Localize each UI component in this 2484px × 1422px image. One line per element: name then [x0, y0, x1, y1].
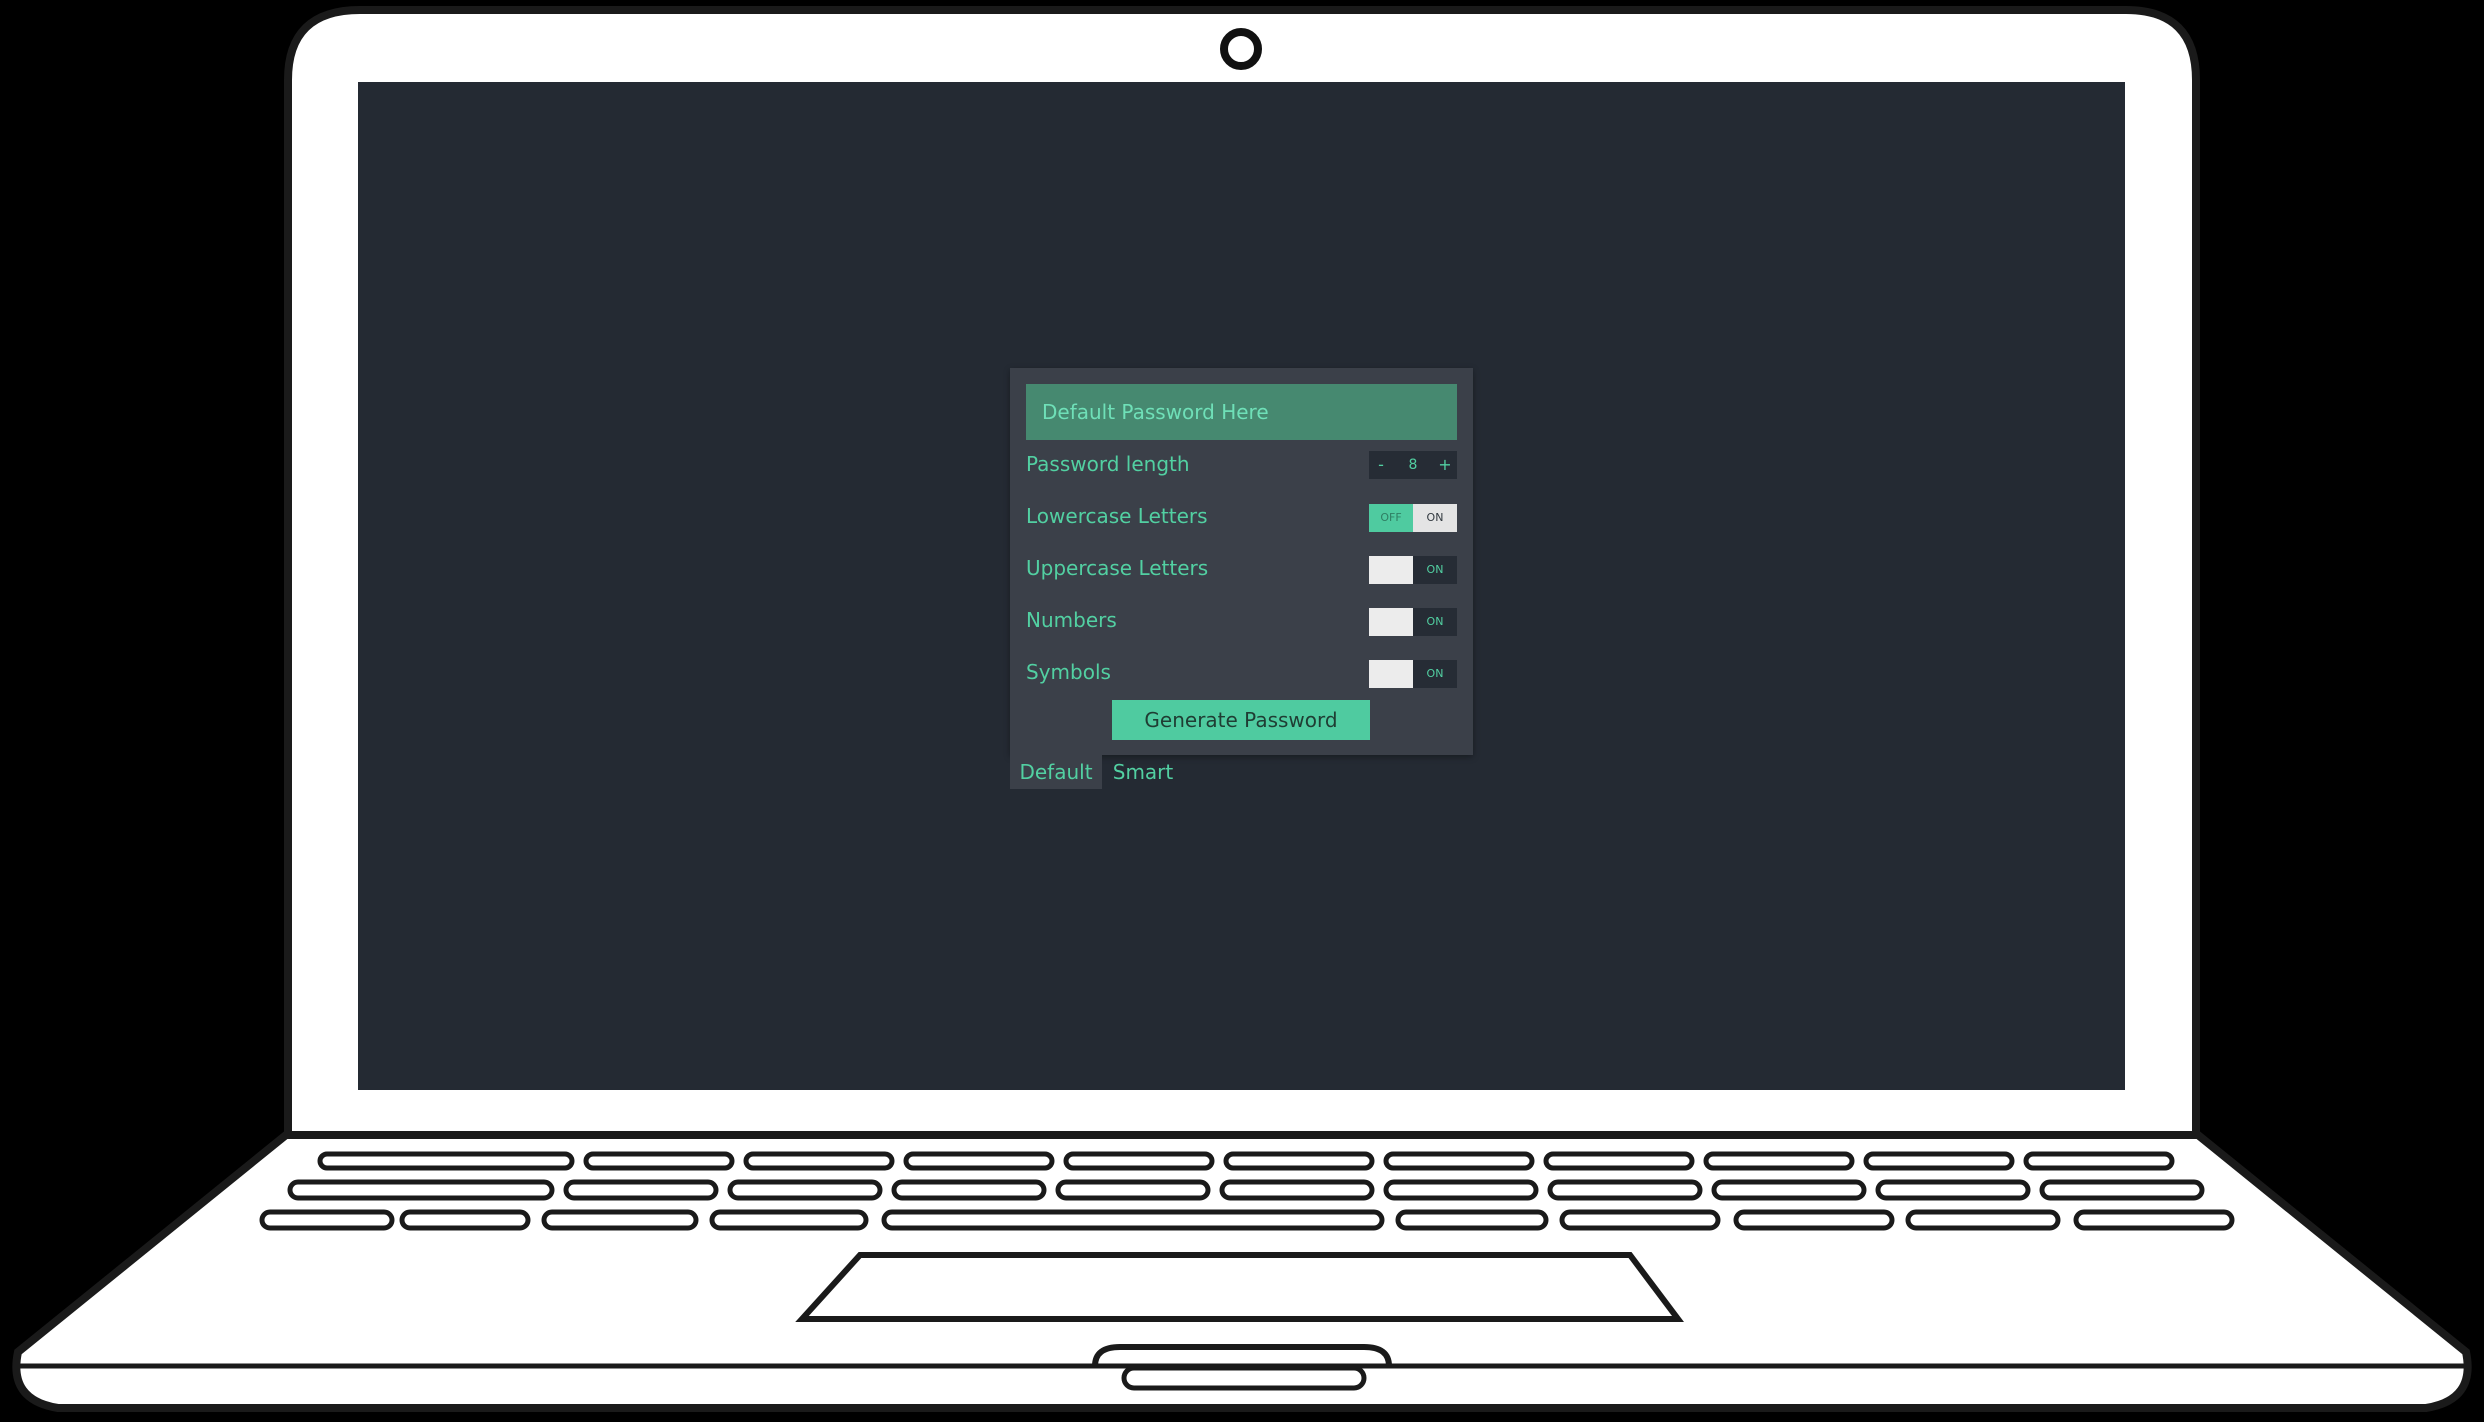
option-row-uppercase: Uppercase Letters ON [1026, 553, 1457, 584]
lowercase-toggle[interactable]: OFF ON [1369, 504, 1457, 532]
symbols-toggle-off[interactable] [1369, 660, 1413, 688]
uppercase-toggle-on[interactable]: ON [1413, 556, 1457, 584]
numbers-toggle[interactable]: ON [1369, 608, 1457, 636]
lowercase-label: Lowercase Letters [1026, 504, 1208, 528]
option-row-lowercase: Lowercase Letters OFF ON [1026, 501, 1457, 532]
numbers-toggle-on[interactable]: ON [1413, 608, 1457, 636]
tab-smart[interactable]: Smart [1102, 755, 1184, 789]
option-row-numbers: Numbers ON [1026, 605, 1457, 636]
lowercase-toggle-on[interactable]: ON [1413, 504, 1457, 532]
trackpad [795, 1252, 1684, 1322]
password-generator-panel: Default Password Here Password length - … [1010, 368, 1473, 755]
uppercase-toggle-off[interactable] [1369, 556, 1413, 584]
uppercase-toggle[interactable]: ON [1369, 556, 1457, 584]
password-display[interactable]: Default Password Here [1026, 384, 1457, 440]
password-length-stepper: - 8 + [1369, 451, 1457, 479]
tab-default[interactable]: Default [1010, 755, 1102, 789]
password-length-value: 8 [1408, 457, 1418, 473]
generate-password-button[interactable]: Generate Password [1112, 700, 1370, 740]
symbols-label: Symbols [1026, 660, 1111, 684]
uppercase-label: Uppercase Letters [1026, 556, 1209, 580]
webcam-icon [1220, 28, 1262, 70]
decrement-button[interactable]: - [1373, 451, 1389, 479]
symbols-toggle-on[interactable]: ON [1413, 660, 1457, 688]
lowercase-toggle-off[interactable]: OFF [1369, 504, 1413, 532]
numbers-label: Numbers [1026, 608, 1117, 632]
symbols-toggle[interactable]: ON [1369, 660, 1457, 688]
password-length-row: Password length - 8 + [1026, 449, 1457, 479]
increment-button[interactable]: + [1437, 451, 1453, 479]
option-row-symbols: Symbols ON [1026, 657, 1457, 688]
numbers-toggle-off[interactable] [1369, 608, 1413, 636]
password-length-label: Password length [1026, 452, 1190, 476]
laptop-screen: Default Password Here Password length - … [358, 82, 2125, 1090]
